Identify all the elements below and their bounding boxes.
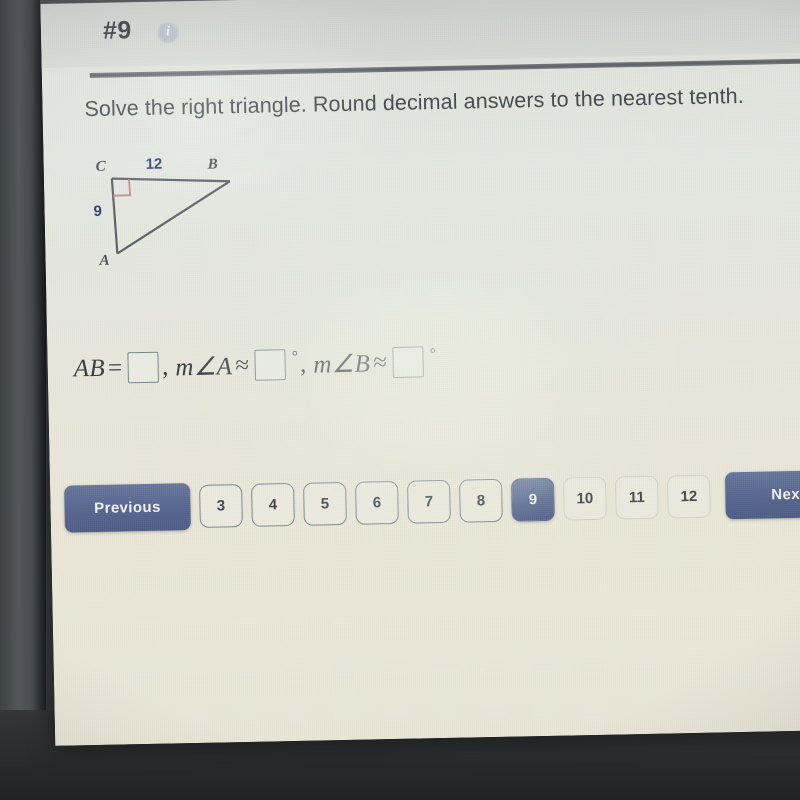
triangle-vertex-label-c: C — [95, 158, 106, 175]
approx-sign-b: ≈ — [372, 348, 388, 376]
triangle-svg — [110, 177, 231, 255]
separator-comma-2: , — [299, 350, 307, 378]
page-button-9-current[interactable]: 9 — [510, 477, 555, 522]
page-button-5[interactable]: 5 — [303, 481, 347, 526]
next-button[interactable]: Next — [724, 469, 800, 520]
page-button-12[interactable]: 12 — [666, 474, 711, 519]
page-button-6[interactable]: 6 — [355, 480, 399, 525]
angle-a-label: m∠A — [175, 352, 233, 381]
page-button-11[interactable]: 11 — [614, 475, 659, 520]
separator-comma-1: , — [161, 353, 169, 381]
monitor-bezel-left — [0, 0, 46, 800]
equals-sign: = — [107, 353, 123, 382]
triangle-side-length-cb: 12 — [145, 155, 163, 173]
next-button-label: Next — [771, 485, 800, 504]
ab-label: AB — [73, 354, 106, 382]
page-button-10[interactable]: 10 — [562, 476, 607, 521]
answer-input-angle-a[interactable] — [254, 349, 287, 381]
page-button-4[interactable]: 4 — [251, 483, 295, 527]
triangle-figure: C B A 12 9 — [89, 149, 282, 283]
angle-b-label: m∠B — [313, 349, 371, 379]
monitor-screen: Bryan #9 i Solve the right triangle. Rou… — [40, 0, 800, 746]
triangle-side-ab — [116, 180, 231, 255]
answer-input-angle-b[interactable] — [392, 346, 425, 378]
triangle-vertex-label-b: B — [207, 156, 218, 173]
page-button-3[interactable]: 3 — [199, 484, 243, 528]
triangle-side-ca — [110, 178, 119, 254]
right-angle-marker — [113, 179, 132, 197]
page-title: #9 — [102, 16, 132, 45]
triangle-side-length-ca: 9 — [93, 202, 103, 220]
approx-sign-a: ≈ — [235, 351, 250, 379]
screen-photo-frame: Bryan #9 i Solve the right triangle. Rou… — [0, 0, 800, 800]
degree-symbol-b: ° — [429, 346, 436, 363]
degree-symbol-a: ° — [291, 348, 299, 366]
triangle-vertex-label-a: A — [99, 252, 110, 269]
answer-input-ab[interactable] — [127, 351, 160, 384]
page-button-8[interactable]: 8 — [458, 478, 503, 523]
page-button-7[interactable]: 7 — [407, 479, 451, 524]
previous-button[interactable]: Previous — [64, 483, 191, 533]
